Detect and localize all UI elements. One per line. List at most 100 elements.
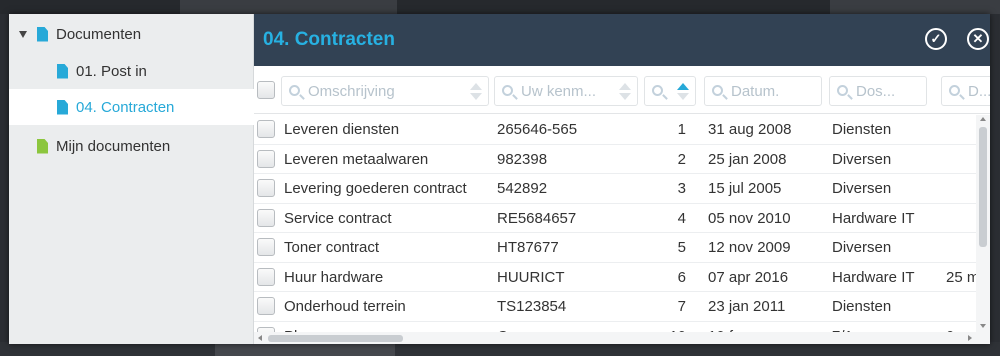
vertical-scrollbar[interactable] — [976, 115, 990, 344]
sort-icon[interactable] — [470, 83, 482, 101]
cell-dossier: Hardware IT — [832, 209, 915, 227]
cell-kenmerk: 265646-565 — [497, 121, 578, 138]
background-tab — [215, 342, 395, 356]
cell-datum: 25 jan 2008 — [708, 150, 787, 168]
background-top-bar — [0, 0, 1000, 14]
filter-placeholder: Uw kenm... — [521, 83, 597, 100]
tree-item-mijn-documenten[interactable]: Mijn documenten — [9, 128, 254, 164]
table-row[interactable]: Toner contract HT87677 5 12 nov 2009 Diverse… — [254, 233, 976, 263]
cell-kenmerk: HUURICT — [497, 268, 565, 286]
filter-nummer[interactable] — [644, 76, 696, 106]
cell-datum: 15 jul 2005 — [708, 180, 782, 197]
cell-extra: 25 m — [946, 268, 976, 286]
cell-dossier: Diversen — [832, 150, 892, 168]
background-tab — [180, 0, 397, 14]
background-tab — [830, 0, 1000, 14]
tree-item-label: Documenten — [56, 25, 142, 43]
tree-item-documenten[interactable]: Documenten — [9, 16, 254, 52]
row-checkbox[interactable] — [257, 149, 275, 168]
table-row[interactable]: Onderhoud terrein TS123854 7 23 jan 2011 Die… — [254, 292, 976, 322]
table-row[interactable]: Leveren diensten 265646-565 1 31 aug 2008 Di… — [254, 115, 976, 145]
search-icon — [949, 85, 960, 96]
table-row[interactable]: Levering goederen contract 542892 3 15 jul … — [254, 174, 976, 204]
close-circle-icon: ✕ — [972, 31, 984, 46]
cell-omschrijving: Leveren diensten — [284, 121, 400, 138]
search-icon — [289, 85, 300, 96]
scrollbar-thumb[interactable] — [268, 335, 403, 342]
filter-placeholder: Omschrijving — [308, 83, 395, 100]
document-icon — [57, 63, 68, 79]
cell-kenmerk: 542892 — [497, 180, 548, 197]
scroll-down-icon[interactable] — [980, 324, 986, 328]
tree-item-contracten[interactable]: 04. Contracten — [9, 89, 254, 125]
cell-kenmerk: TS123854 — [497, 298, 567, 315]
cell-nummer: 4 — [677, 209, 686, 227]
scroll-left-icon[interactable] — [258, 335, 262, 341]
table-row[interactable]: Pl...C...1010 f...7/1...0... — [254, 322, 976, 332]
filter-placeholder: D... — [968, 83, 990, 100]
cell-dossier: Diensten — [832, 298, 892, 315]
close-button[interactable]: ✕ — [967, 28, 989, 50]
document-icon — [37, 26, 48, 42]
cell-omschrijving: Toner contract — [284, 239, 380, 256]
search-icon — [712, 85, 723, 96]
expand-caret-icon[interactable] — [19, 30, 27, 38]
cell-datum: 23 jan 2011 — [708, 298, 786, 315]
filter-extra[interactable]: D... — [941, 76, 990, 106]
cell-dossier: Diensten — [832, 121, 892, 138]
search-icon — [652, 85, 663, 96]
horizontal-scrollbar[interactable] — [254, 332, 976, 344]
table-row[interactable]: Huur hardware HUURICT 6 07 apr 2016 Hardware… — [254, 263, 976, 292]
search-icon — [837, 85, 848, 96]
document-icon — [37, 138, 48, 154]
tree-item-post-in[interactable]: 01. Post in — [9, 53, 254, 89]
cell-nummer: 2 — [677, 150, 686, 168]
filter-dossier[interactable]: Dos... — [829, 76, 927, 106]
tree-item-label: 01. Post in — [76, 62, 147, 80]
cell-datum: 31 aug 2008 — [708, 121, 792, 138]
filter-omschrijving[interactable]: Omschrijving — [281, 76, 489, 106]
filter-kenmerk[interactable]: Uw kenm... — [494, 76, 638, 106]
cell-nummer: 1 — [677, 121, 686, 138]
row-checkbox[interactable] — [257, 120, 275, 138]
row-checkbox[interactable] — [257, 238, 275, 256]
filter-datum[interactable]: Datum. — [704, 76, 822, 106]
dialog-header: 04. Contracten ✓ ✕ — [254, 14, 990, 66]
filter-bar: Omschrijving Uw kenm... Datum. Dos... D.… — [254, 66, 990, 114]
folder-tree: Documenten 01. Post in 04. Contracten Mi… — [9, 14, 254, 344]
tree-item-label: Mijn documenten — [56, 137, 171, 155]
tree-item-label: 04. Contracten — [76, 98, 175, 116]
check-circle-icon: ✓ — [930, 31, 942, 46]
cell-nummer: 7 — [677, 298, 686, 315]
row-checkbox[interactable] — [257, 208, 275, 227]
main-panel: 04. Contracten ✓ ✕ Omschrijving Uw kenm.… — [254, 14, 990, 344]
cell-kenmerk: HT87677 — [497, 239, 559, 256]
row-checkbox[interactable] — [257, 297, 275, 315]
cell-dossier: Diversen — [832, 239, 892, 256]
row-checkbox[interactable] — [257, 267, 275, 286]
cell-datum: 05 nov 2010 — [708, 209, 791, 227]
cell-nummer: 3 — [677, 180, 686, 197]
cell-nummer: 6 — [677, 268, 686, 286]
cell-nummer: 5 — [677, 239, 686, 256]
table-row[interactable]: Service contract RE5684657 4 05 nov 2010 Har… — [254, 204, 976, 233]
cell-kenmerk: 982398 — [497, 150, 548, 168]
cell-kenmerk: RE5684657 — [497, 209, 577, 227]
scrollbar-thumb[interactable] — [979, 127, 987, 247]
filter-placeholder: Dos... — [856, 83, 896, 100]
search-icon — [502, 85, 513, 96]
scroll-up-icon[interactable] — [980, 117, 986, 121]
table-row[interactable]: Leveren metaalwaren 982398 2 25 jan 2008 Div… — [254, 145, 976, 174]
sort-ascending-icon[interactable] — [677, 83, 689, 101]
row-checkbox[interactable] — [257, 179, 275, 197]
scroll-right-icon[interactable] — [968, 335, 972, 341]
cell-omschrijving: Levering goederen contract — [284, 180, 467, 197]
sort-icon[interactable] — [619, 83, 631, 101]
background-bottom-bar — [0, 342, 1000, 356]
cell-omschrijving: Huur hardware — [284, 268, 384, 286]
cell-omschrijving: Onderhoud terrein — [284, 298, 406, 315]
select-all-checkbox[interactable] — [257, 81, 275, 99]
documents-dialog: Documenten 01. Post in 04. Contracten Mi… — [9, 14, 990, 344]
confirm-button[interactable]: ✓ — [925, 28, 947, 50]
cell-datum: 07 apr 2016 — [708, 268, 789, 286]
